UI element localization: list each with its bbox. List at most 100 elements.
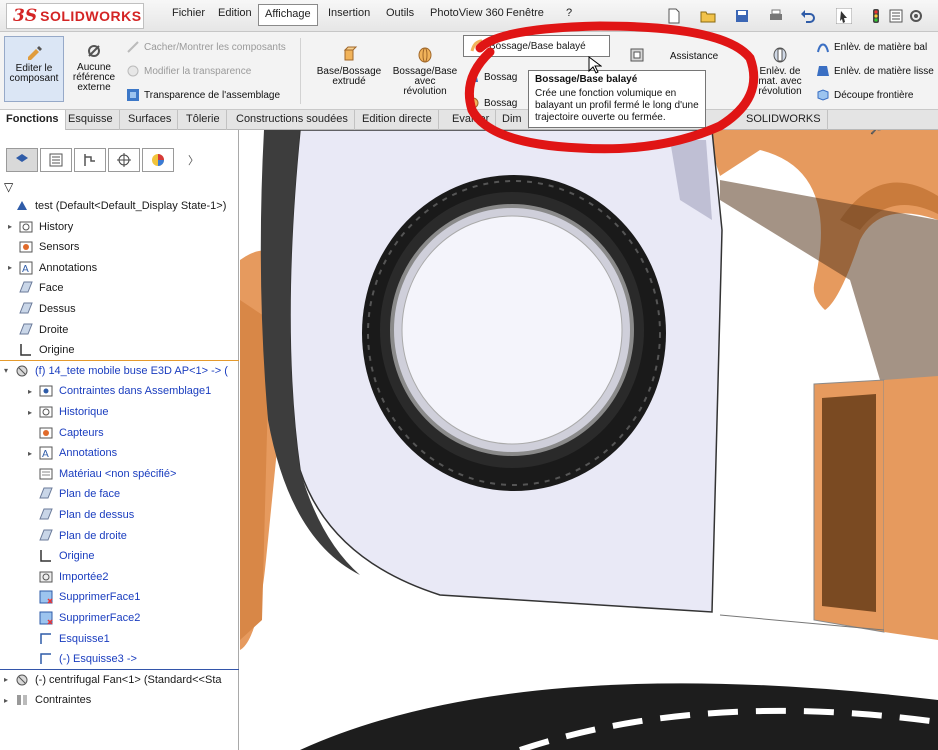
tree-item[interactable]: Droite: [8, 320, 68, 340]
tree-part-item[interactable]: SupprimerFace2: [28, 608, 140, 628]
expand-arrow-icon[interactable]: ▸: [4, 696, 14, 705]
tree-part-item[interactable]: (-) Esquisse3 ->: [28, 649, 137, 669]
solidworks-logo[interactable]: 3S SOLIDWORKS: [6, 3, 144, 29]
feature-manager-tab[interactable]: [6, 148, 38, 172]
revolved-boss-button[interactable]: Bossage/Base avec révolution: [392, 46, 458, 97]
menu-edition[interactable]: Edition: [218, 7, 252, 19]
revolved-cut-button[interactable]: Enlèv. de mat. avec révolution: [754, 46, 806, 97]
revolved-boss-icon: [418, 47, 432, 63]
menu-fichier[interactable]: Fichier: [172, 7, 205, 19]
save-icon[interactable]: [734, 8, 750, 24]
menu-affichage[interactable]: Affichage: [258, 4, 318, 26]
file-properties-icon[interactable]: [888, 8, 904, 24]
tree-part-item[interactable]: Plan de dessus: [28, 505, 134, 525]
plane-icon: [19, 323, 33, 335]
tree-part-item[interactable]: ▸ Contraintes dans Assemblage1: [28, 381, 211, 401]
part-icon: [16, 674, 28, 686]
property-manager-tab[interactable]: [40, 148, 72, 172]
expand-arrow-icon[interactable]: ▸: [28, 449, 38, 458]
tree-root-assembly[interactable]: test (Default<Default_Display State-1>): [4, 196, 226, 216]
tree-part-item[interactable]: Matériau <non spécifié>: [28, 464, 176, 484]
dimxpert-manager-tab[interactable]: [108, 148, 140, 172]
expand-arrow-icon[interactable]: ▸: [4, 675, 14, 684]
tree-item[interactable]: Face: [8, 278, 63, 298]
tree-item[interactable]: Origine: [8, 340, 74, 360]
modify-transparency-button[interactable]: Modifier la transparence: [126, 64, 251, 78]
no-external-reference-button[interactable]: Aucune référence externe: [70, 42, 118, 93]
menu-fenetre[interactable]: Fenêtre: [506, 7, 544, 19]
tree-part-item[interactable]: ▸ A Annotations: [28, 443, 117, 463]
display-manager-tab[interactable]: [142, 148, 174, 172]
model-view[interactable]: 🔎: [240, 130, 938, 750]
tree-part-item[interactable]: Origine: [28, 546, 94, 566]
swept-cut-button[interactable]: Enlèv. de matière bal: [816, 40, 927, 54]
graphics-viewport[interactable]: 🔎: [240, 130, 938, 750]
menu-photoview[interactable]: PhotoView 360: [430, 7, 504, 19]
gear-icon[interactable]: [908, 8, 924, 24]
traffic-light-icon[interactable]: [868, 8, 884, 24]
assembly-transparency-button[interactable]: Transparence de l'assemblage: [126, 88, 280, 102]
new-document-icon[interactable]: [666, 8, 682, 24]
zoom-icons[interactable]: 🔎: [870, 130, 885, 135]
tab-esquisse[interactable]: Esquisse: [62, 110, 120, 130]
tree-item[interactable]: Dessus: [8, 299, 76, 319]
boundary-cut-label: Découpe frontière: [834, 89, 914, 101]
lofted-cut-button[interactable]: Enlèv. de matière lisse: [816, 64, 934, 78]
orange-part-right-lower: [884, 376, 938, 640]
tree-item[interactable]: Sensors: [8, 237, 79, 257]
assistance-button[interactable]: Assistance: [666, 52, 722, 62]
tab-dim[interactable]: Dim: [496, 110, 529, 130]
expand-arrow-icon[interactable]: ▸: [28, 387, 38, 396]
tree-constraints[interactable]: ▸ Contraintes: [4, 690, 91, 710]
tab-solidworks-addins[interactable]: SOLIDWORKS: [740, 110, 828, 130]
tab-tolerie[interactable]: Tôlerie: [180, 110, 227, 130]
tree-part-item[interactable]: SupprimerFace1: [28, 587, 140, 607]
sensor-icon: [39, 427, 53, 439]
no-reference-icon: [88, 45, 100, 57]
hide-show-components-button[interactable]: Cacher/Montrer les composants: [126, 40, 286, 54]
configuration-manager-tab[interactable]: [74, 148, 106, 172]
boss-blend-button[interactable]: Bossag: [466, 96, 517, 110]
boundary-cut-button[interactable]: Découpe frontière: [816, 88, 914, 102]
expand-arrow-icon[interactable]: ▾: [4, 366, 14, 375]
select-pointer-icon[interactable]: [836, 8, 852, 24]
expand-arrow-icon[interactable]: ▸: [28, 408, 38, 417]
expand-arrow-icon[interactable]: ▸: [8, 263, 18, 272]
cut-extrude-button[interactable]: [624, 46, 650, 67]
expand-arrow-icon[interactable]: ▸: [8, 222, 18, 231]
feature-tree-icon: [16, 154, 28, 162]
tree-item-label: Plan de dessus: [59, 509, 135, 521]
panel-expand-arrow-icon[interactable]: 〉: [188, 152, 199, 168]
tree-part-tete-mobile[interactable]: ▾ (f) 14_tete mobile buse E3D AP<1> -> (: [4, 361, 228, 381]
tab-evaluer[interactable]: Evaluer: [446, 110, 497, 130]
filter-icon[interactable]: ▽: [4, 180, 13, 194]
tree-part-item[interactable]: Plan de droite: [28, 526, 127, 546]
tab-edition-directe[interactable]: Edition directe: [356, 110, 439, 130]
tree-part-item[interactable]: Plan de face: [28, 484, 120, 504]
tooltip-body: Crée une fonction volumique en balayant …: [535, 88, 699, 123]
tree-item[interactable]: ▸ A Annotations: [8, 258, 97, 278]
tree-part-item[interactable]: Importée2: [28, 567, 109, 587]
tab-constructions-soudees[interactable]: Constructions soudées: [230, 110, 355, 130]
tab-fonctions[interactable]: Fonctions: [0, 110, 66, 130]
tree-part-item[interactable]: Capteurs: [28, 423, 104, 443]
undo-icon[interactable]: [800, 8, 816, 24]
tab-surfaces[interactable]: Surfaces: [122, 110, 179, 130]
menu-help[interactable]: ?: [566, 7, 572, 19]
tree-item-label: Origine: [59, 550, 95, 563]
open-folder-icon[interactable]: [700, 8, 716, 24]
tree-centrifugal-fan[interactable]: ▸ (-) centrifugal Fan<1> (Standard<<Sta: [4, 670, 222, 690]
print-icon[interactable]: [768, 8, 784, 24]
swept-cut-label: Enlèv. de matière bal: [834, 41, 928, 53]
property-list-icon: [49, 153, 63, 167]
tree-item[interactable]: ▸ History: [8, 217, 73, 237]
extruded-boss-button[interactable]: Base/Bossage extrudé: [314, 46, 384, 87]
menu-insertion[interactable]: Insertion: [328, 7, 370, 19]
tree-part-item[interactable]: ▸ Historique: [28, 402, 109, 422]
boss-loft-button[interactable]: Bossag: [466, 70, 517, 84]
revolved-cut-label: Enlèv. de mat. avec révolution: [758, 66, 802, 97]
menu-outils[interactable]: Outils: [386, 7, 414, 19]
swept-boss-button[interactable]: Bossage/Base balayé: [463, 35, 610, 57]
edit-component-button[interactable]: Editer le composant: [4, 36, 64, 102]
tree-part-item[interactable]: Esquisse1: [28, 629, 110, 649]
